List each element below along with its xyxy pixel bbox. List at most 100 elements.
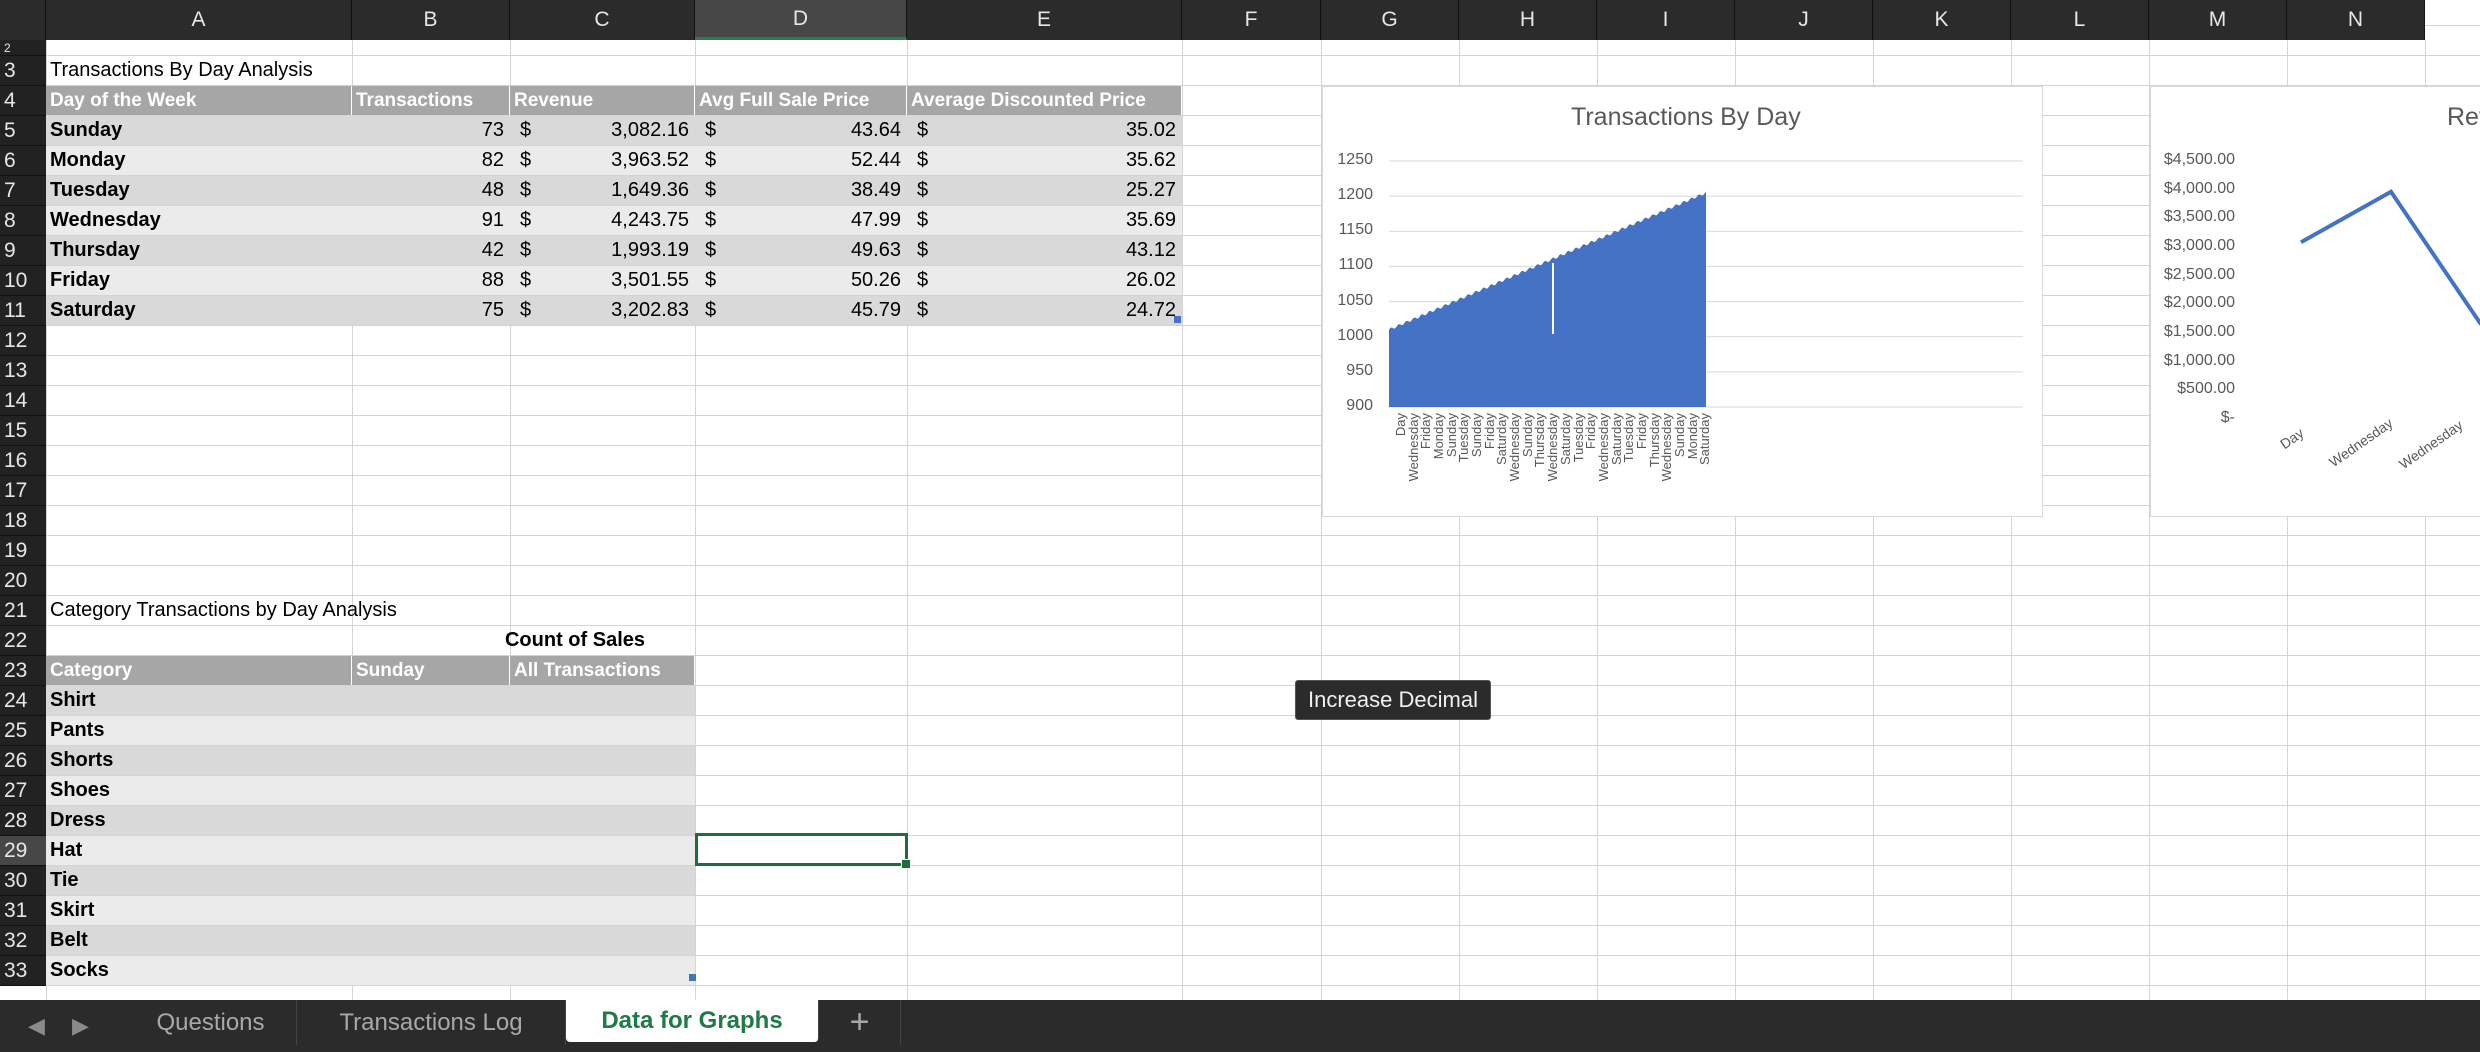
table-cell-rev[interactable]: $3,501.55: [510, 266, 695, 295]
table2-subtitle[interactable]: Count of Sales: [460, 626, 690, 655]
row-header-3[interactable]: 3: [0, 56, 46, 86]
table2-cell-sunday[interactable]: [352, 746, 510, 775]
table-cell-avg[interactable]: $38.49: [695, 176, 907, 205]
table-cell-avg[interactable]: $47.99: [695, 206, 907, 235]
table-cell-avg[interactable]: $45.79: [695, 296, 907, 325]
select-all-corner[interactable]: [0, 0, 46, 40]
column-header-j[interactable]: J: [1735, 0, 1873, 40]
table1-header[interactable]: Average Discounted Price: [907, 86, 1182, 115]
table-row-day[interactable]: Thursday: [46, 236, 352, 265]
table2-cell-all[interactable]: [510, 716, 695, 745]
row-header-6[interactable]: 6: [0, 146, 46, 176]
table-row-day[interactable]: Saturday: [46, 296, 352, 325]
table-cell-rev[interactable]: $3,202.83: [510, 296, 695, 325]
row-header-16[interactable]: 16: [0, 446, 46, 476]
table-cell-avg[interactable]: $43.64: [695, 116, 907, 145]
table2-cell-all[interactable]: [510, 746, 695, 775]
table2-cell-all[interactable]: [510, 926, 695, 955]
table-cell-rev[interactable]: $1,993.19: [510, 236, 695, 265]
column-header-d[interactable]: D: [695, 0, 907, 40]
selected-cell[interactable]: [695, 833, 911, 869]
table2-cell-all[interactable]: [510, 896, 695, 925]
row-header-4[interactable]: 4: [0, 86, 46, 116]
table2-title[interactable]: Category Transactions by Day Analysis: [46, 596, 510, 625]
column-header-n[interactable]: N: [2287, 0, 2425, 40]
table-cell-transactions[interactable]: 73: [352, 116, 510, 145]
table-cell-disc[interactable]: $26.02: [907, 266, 1182, 295]
row-header-8[interactable]: 8: [0, 206, 46, 236]
table-cell-disc[interactable]: $24.72: [907, 296, 1182, 325]
tab-data-for-graphs[interactable]: Data for Graphs: [566, 1000, 819, 1042]
column-header-c[interactable]: C: [510, 0, 695, 40]
table2-cell-sunday[interactable]: [352, 776, 510, 805]
row-header-30[interactable]: 30: [0, 866, 46, 896]
table2-cell-sunday[interactable]: [352, 926, 510, 955]
table2-cell-sunday[interactable]: [352, 836, 510, 865]
table2-header[interactable]: Sunday: [352, 656, 510, 685]
table2-cell-all[interactable]: [510, 686, 695, 715]
row-header-29[interactable]: 29: [0, 836, 46, 866]
table2-cell-sunday[interactable]: [352, 686, 510, 715]
table-cell-avg[interactable]: $52.44: [695, 146, 907, 175]
column-header-m[interactable]: M: [2149, 0, 2287, 40]
table2-cell-all[interactable]: [510, 776, 695, 805]
row-header-27[interactable]: 27: [0, 776, 46, 806]
row-header-20[interactable]: 20: [0, 566, 46, 596]
chart-transactions-by-day[interactable]: Transactions By Day 1250 1200 1150 1100 1050 1…: [1322, 86, 2043, 517]
table-cell-disc[interactable]: $25.27: [907, 176, 1182, 205]
table2-header[interactable]: All Transactions: [510, 656, 695, 685]
row-header-24[interactable]: 24: [0, 686, 46, 716]
row-header-33[interactable]: 33: [0, 956, 46, 986]
column-header-l[interactable]: L: [2011, 0, 2149, 40]
table2-cell-sunday[interactable]: [352, 956, 510, 985]
column-header-k[interactable]: K: [1873, 0, 2011, 40]
row-header-19[interactable]: 19: [0, 536, 46, 566]
table2-cell-all[interactable]: [510, 866, 695, 895]
table-cell-disc[interactable]: $35.62: [907, 146, 1182, 175]
row-header-25[interactable]: 25: [0, 716, 46, 746]
row-header-26[interactable]: 26: [0, 746, 46, 776]
column-header-e[interactable]: E: [907, 0, 1182, 40]
row-header-5[interactable]: 5: [0, 116, 46, 146]
table2-row-category[interactable]: Pants: [46, 716, 352, 745]
table2-row-category[interactable]: Shoes: [46, 776, 352, 805]
row-header-13[interactable]: 13: [0, 356, 46, 386]
table2-header[interactable]: Category: [46, 656, 352, 685]
table2-row-category[interactable]: Tie: [46, 866, 352, 895]
table-cell-transactions[interactable]: 91: [352, 206, 510, 235]
row-header-11[interactable]: 11: [0, 296, 46, 326]
table2-row-category[interactable]: Shirt: [46, 686, 352, 715]
row-header-18[interactable]: 18: [0, 506, 46, 536]
table2-row-category[interactable]: Belt: [46, 926, 352, 955]
table-cell-disc[interactable]: $35.02: [907, 116, 1182, 145]
table-row-day[interactable]: Tuesday: [46, 176, 352, 205]
row-header-9[interactable]: 9: [0, 236, 46, 266]
row-header-2[interactable]: 2: [0, 40, 46, 56]
table1-header[interactable]: Avg Full Sale Price: [695, 86, 907, 115]
table-cell-rev[interactable]: $3,963.52: [510, 146, 695, 175]
series-area[interactable]: [1389, 191, 1706, 407]
tab-questions[interactable]: Questions: [125, 1000, 297, 1045]
table-row-day[interactable]: Wednesday: [46, 206, 352, 235]
table-row-day[interactable]: Monday: [46, 146, 352, 175]
row-header-32[interactable]: 32: [0, 926, 46, 956]
table-cell-rev[interactable]: $3,082.16: [510, 116, 695, 145]
chart-revenue-by-day[interactable]: Rever$4,500.00$4,000.00$3,500.00$3,000.0…: [2150, 86, 2480, 517]
table2-row-category[interactable]: Hat: [46, 836, 352, 865]
row-header-28[interactable]: 28: [0, 806, 46, 836]
table2-row-category[interactable]: Shorts: [46, 746, 352, 775]
row-header-21[interactable]: 21: [0, 596, 46, 626]
table2-cell-all[interactable]: [510, 806, 695, 835]
table-cell-transactions[interactable]: 42: [352, 236, 510, 265]
series-line[interactable]: [2300, 189, 2480, 326]
table-cell-disc[interactable]: $43.12: [907, 236, 1182, 265]
table-cell-disc[interactable]: $35.69: [907, 206, 1182, 235]
scroll-right-icon[interactable]: ▶: [72, 1013, 89, 1039]
tab-transactions-log[interactable]: Transactions Log: [297, 1000, 566, 1045]
row-header-23[interactable]: 23: [0, 656, 46, 686]
table1-resize-handle[interactable]: [1174, 316, 1181, 323]
table1-header[interactable]: Revenue: [510, 86, 695, 115]
table-cell-transactions[interactable]: 88: [352, 266, 510, 295]
table2-cell-sunday[interactable]: [352, 806, 510, 835]
table-cell-transactions[interactable]: 75: [352, 296, 510, 325]
